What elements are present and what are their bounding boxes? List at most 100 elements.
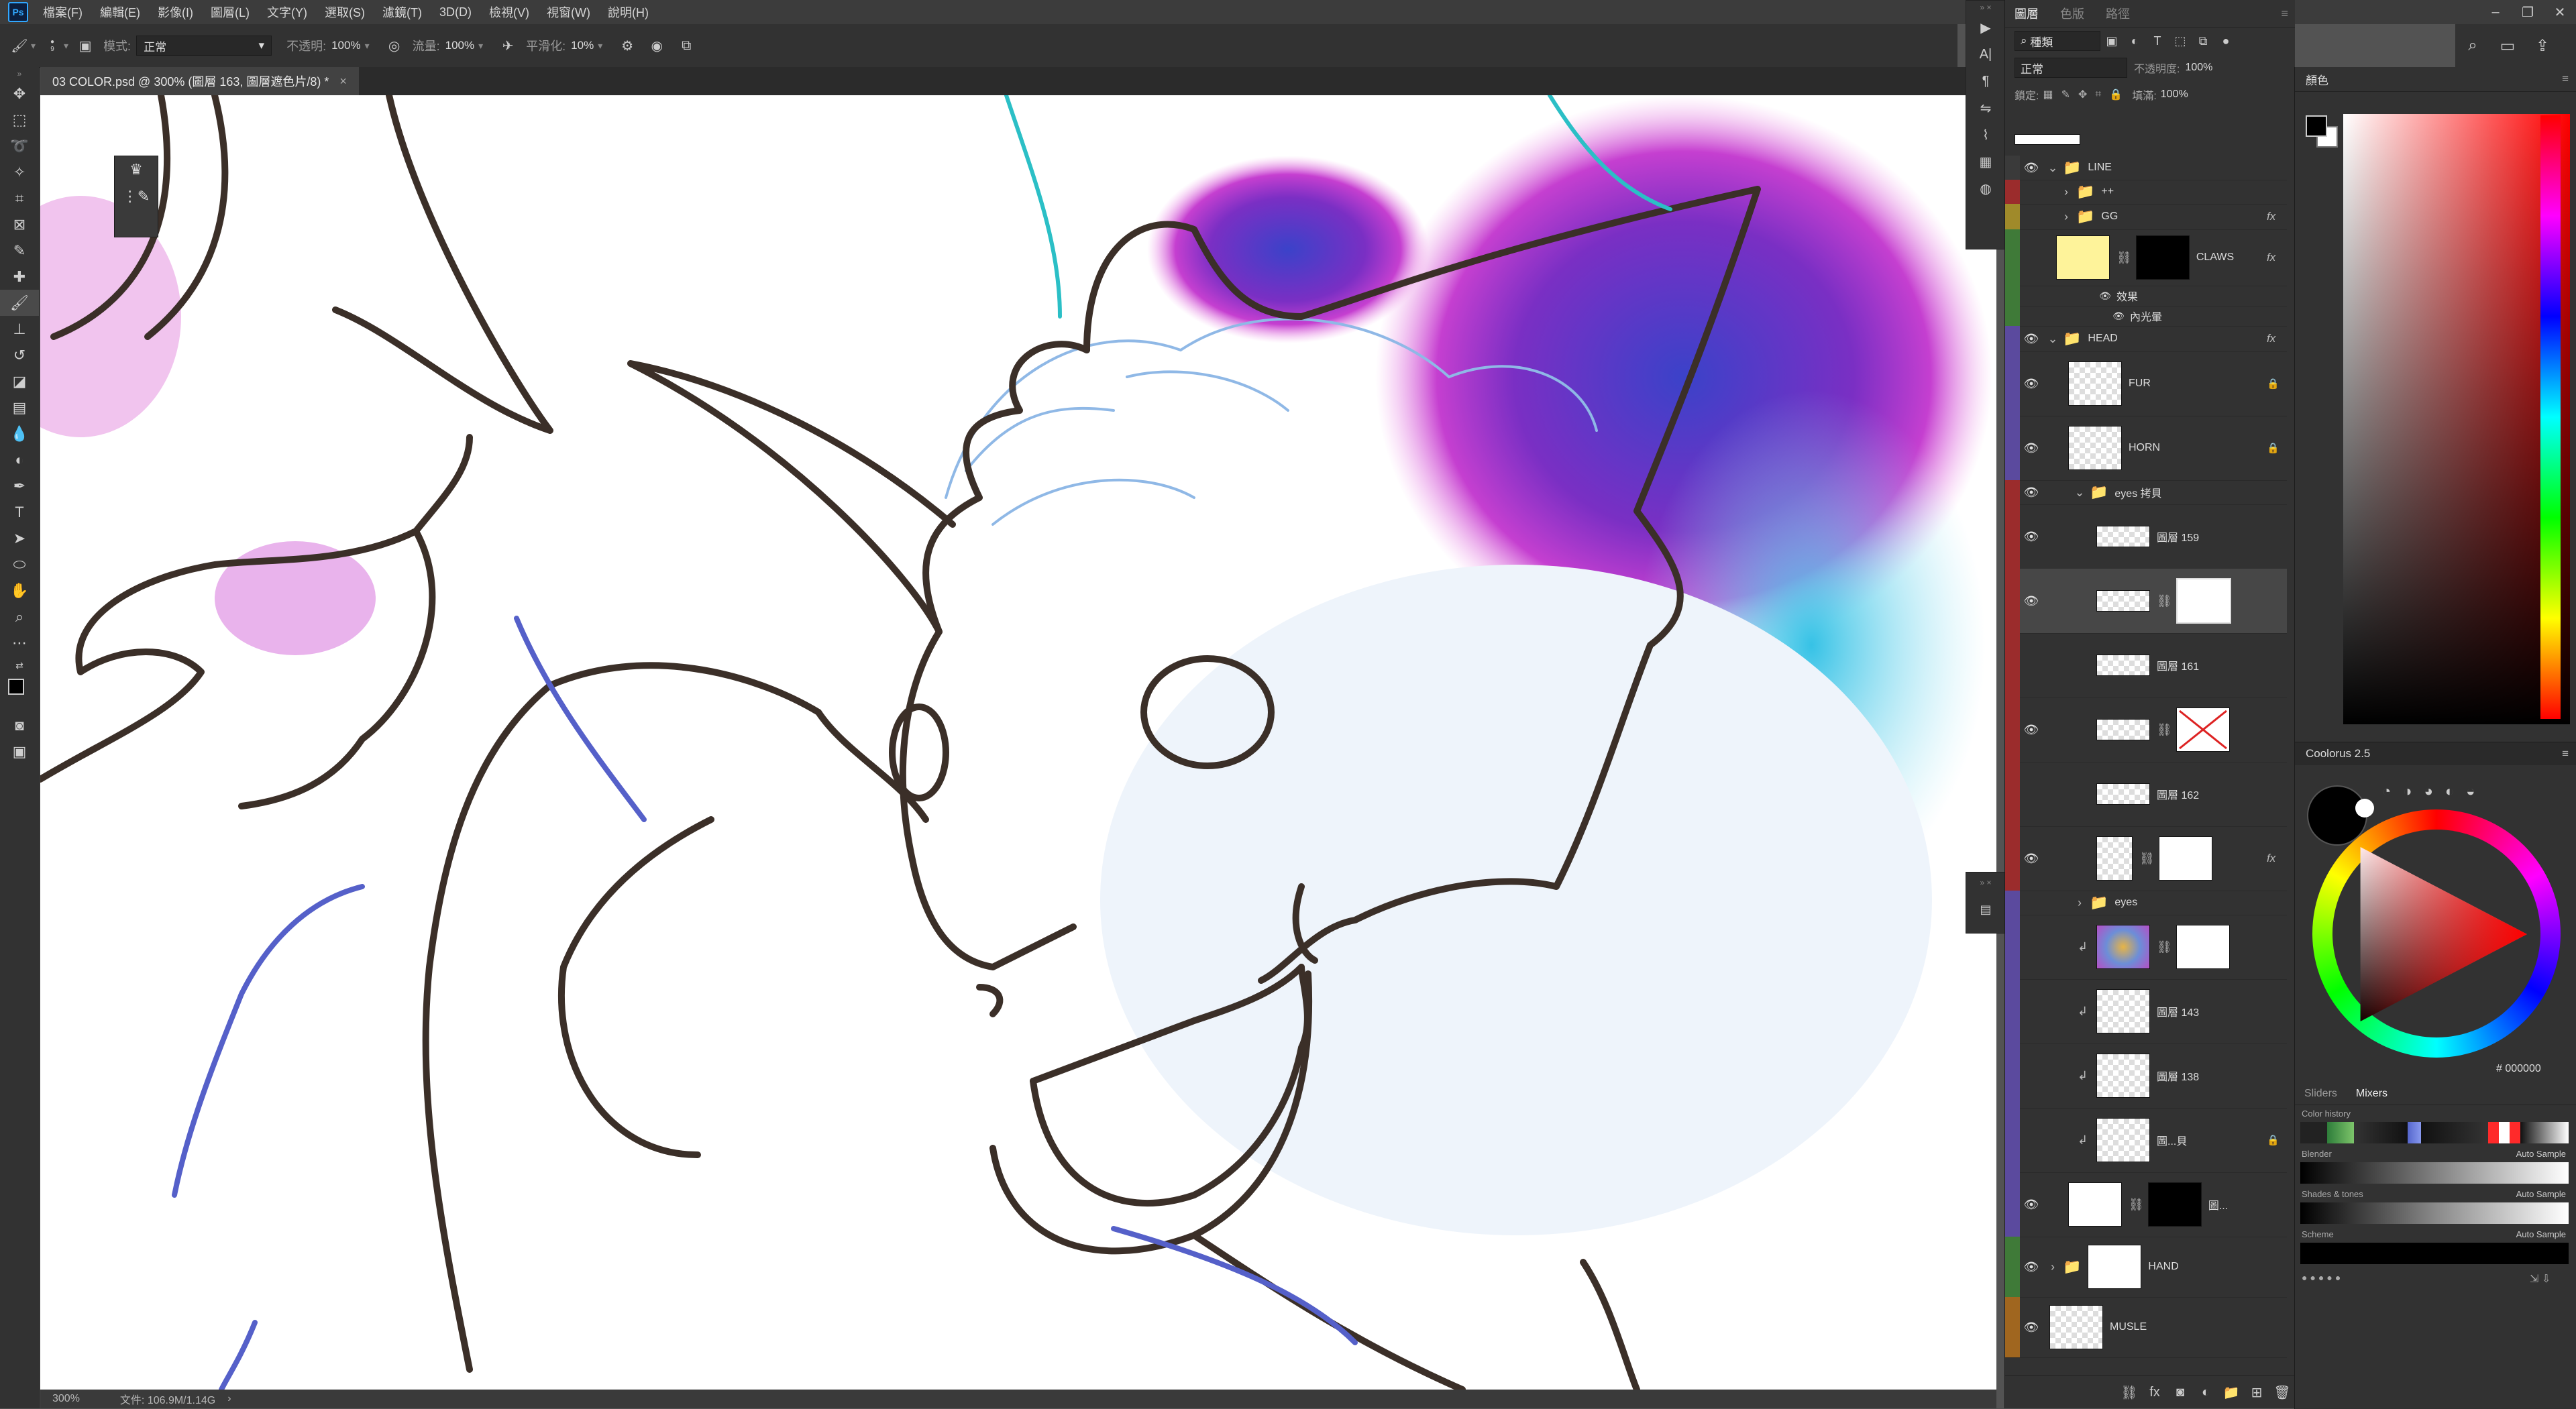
shades-tones-strip[interactable]	[2300, 1202, 2569, 1224]
effect-row[interactable]: 👁 效果	[2005, 286, 2287, 306]
link-icon[interactable]: ⛓	[2116, 251, 2132, 265]
layer-row[interactable]: ↲ ⛓	[2005, 915, 2287, 980]
type-filter-icon[interactable]: T	[2146, 34, 2169, 48]
layer-row[interactable]: 👁 ⛓ fx	[2005, 826, 2287, 891]
canvas[interactable]	[40, 95, 1996, 1390]
layer-row[interactable]: ↲ 圖層 138	[2005, 1044, 2287, 1109]
lasso-tool-icon[interactable]: ➰	[0, 133, 39, 159]
info-panel-icon[interactable]: ▤	[1966, 893, 2005, 926]
effect-row[interactable]: 👁 內光暈	[2005, 306, 2287, 327]
hue-slider[interactable]	[2540, 115, 2561, 719]
link-icon[interactable]: ⛓	[2129, 1198, 2144, 1212]
eye-icon[interactable]: 👁	[2020, 441, 2043, 455]
layer-row[interactable]: ↲ 圖...貝 🔒	[2005, 1108, 2287, 1173]
opacity-value[interactable]: 100%	[331, 39, 360, 52]
screen-mode-icon[interactable]: ▣	[0, 738, 39, 765]
layer-thumbnail[interactable]	[2096, 1054, 2150, 1098]
move-tool-icon[interactable]: ✥	[0, 80, 39, 107]
smart-object-filter-icon[interactable]: ⧉	[2192, 34, 2214, 48]
document-tab[interactable]: 03 COLOR.psd @ 300% (圖層 163, 圖層遮色片/8) * …	[40, 67, 359, 95]
chevron-down-icon[interactable]: ▾	[365, 40, 370, 52]
flow-value[interactable]: 100%	[445, 39, 474, 52]
color-history-strip[interactable]	[2300, 1122, 2569, 1143]
layer-row[interactable]: 👁 ⌄ 📁 eyes 拷貝	[2005, 480, 2287, 505]
close-tab-icon[interactable]: ×	[339, 74, 347, 89]
chevron-right-icon[interactable]: ›	[2056, 210, 2076, 224]
fx-icon[interactable]: fx	[2267, 210, 2287, 223]
auto-sample-label[interactable]: Auto Sample	[2516, 1149, 2566, 1159]
filter-toggle-icon[interactable]: ●	[2214, 34, 2237, 48]
menu-filter[interactable]: 濾鏡(T)	[382, 3, 422, 21]
grid-icon[interactable]: ▦	[1966, 148, 2005, 175]
eye-icon[interactable]: 👁	[2020, 1260, 2043, 1274]
eye-icon[interactable]: 👁	[2020, 1320, 2043, 1335]
eye-icon[interactable]: 👁	[2020, 723, 2043, 737]
layer-row[interactable]: 👁 ⛓ 圖...	[2005, 1172, 2287, 1237]
menu-image[interactable]: 影像(I)	[158, 3, 193, 21]
menu-edit[interactable]: 編輯(E)	[100, 3, 140, 21]
layer-row[interactable]: 👁 › 📁 HAND	[2005, 1237, 2287, 1298]
new-layer-icon[interactable]: ⊞	[2244, 1384, 2269, 1401]
chevron-down-icon[interactable]: ⌄	[2043, 332, 2063, 346]
saturation-brightness-field[interactable]	[2343, 114, 2570, 724]
pixel-filter-icon[interactable]: ▣	[2100, 34, 2123, 48]
minimize-icon[interactable]: –	[2479, 5, 2512, 20]
frame-tool-icon[interactable]: ⊠	[0, 211, 39, 237]
layer-thumbnail[interactable]	[2096, 655, 2150, 676]
lock-all-icon[interactable]: 🔒	[2109, 88, 2123, 101]
more-tools-icon[interactable]: ⋯	[0, 630, 39, 656]
layer-thumbnail[interactable]	[2096, 526, 2150, 547]
fx-menu-icon[interactable]: fx	[2142, 1385, 2167, 1400]
previous-color-swatch[interactable]	[2355, 799, 2374, 818]
chevron-down-icon[interactable]: ▾	[64, 40, 68, 52]
pen-tool-icon[interactable]: ✒	[0, 473, 39, 499]
gear-icon[interactable]: ⚙	[616, 34, 639, 57]
symmetry-icon[interactable]: ⧉	[675, 34, 698, 57]
lock-pixels-icon[interactable]: ✎	[2061, 88, 2070, 101]
layer-row[interactable]: › 📁 eyes	[2005, 891, 2287, 915]
layer-row[interactable]: 圖層 161	[2005, 633, 2287, 698]
menu-view[interactable]: 檢視(V)	[489, 3, 529, 21]
layer-row[interactable]: › 📁 GG fx	[2005, 204, 2287, 230]
path-select-icon[interactable]: ➤	[0, 525, 39, 551]
eye-icon[interactable]: 👁	[2020, 594, 2043, 608]
filter-kind-select[interactable]: ⌕ 種類	[2015, 31, 2100, 51]
chevron-down-icon[interactable]: ▾	[598, 40, 602, 52]
layer-thumbnail[interactable]	[2096, 989, 2150, 1033]
menu-layer[interactable]: 圖層(L)	[211, 3, 250, 21]
brush-tool-icon[interactable]: 🖌	[8, 34, 31, 57]
layer-row[interactable]: ⛓ CLAWS fx	[2005, 229, 2287, 286]
layer-row[interactable]: 👁 ⛓	[2005, 697, 2287, 763]
mode-select[interactable]: 正常 ▾	[136, 36, 272, 56]
layer-thumbnail[interactable]	[2088, 1245, 2142, 1289]
swap-colors-icon[interactable]: ⇄	[0, 656, 39, 675]
tab-sliders[interactable]: Sliders	[2304, 1088, 2337, 1100]
eye-icon[interactable]: 👁	[2094, 290, 2116, 302]
dodge-tool-icon[interactable]: ◐	[0, 447, 39, 473]
layer-row[interactable]: 圖層 162	[2005, 762, 2287, 827]
crop-tool-icon[interactable]: ⌗	[0, 185, 39, 211]
color-swatches[interactable]	[0, 675, 39, 712]
link-icon[interactable]: ⛓	[2157, 723, 2172, 737]
eye-icon[interactable]: 👁	[2020, 377, 2043, 391]
chevron-right-icon[interactable]: ›	[2056, 185, 2076, 199]
type-tool-icon[interactable]: T	[0, 499, 39, 525]
panel-menu-icon[interactable]: ≡	[2562, 747, 2569, 760]
panel-menu-icon[interactable]: ≡	[2281, 7, 2288, 21]
link-icon[interactable]: ⛓	[2139, 852, 2155, 866]
tab-layers[interactable]: 圖層	[2015, 5, 2039, 22]
chevron-down-icon[interactable]: ⌄	[2070, 486, 2090, 500]
chevron-down-icon[interactable]: ⌄	[2043, 161, 2063, 175]
search-icon[interactable]: ⌕	[2455, 36, 2490, 55]
quick-mask-icon[interactable]: ◙	[0, 712, 39, 738]
healing-brush-icon[interactable]: ✚	[0, 264, 39, 290]
layer-mask-thumbnail[interactable]	[2176, 925, 2230, 969]
eye-icon[interactable]: 👁	[2020, 332, 2043, 346]
pressure-size-icon[interactable]: ◉	[645, 34, 668, 57]
menu-3d[interactable]: 3D(D)	[439, 5, 472, 19]
pressure-opacity-icon[interactable]: ◎	[383, 34, 406, 57]
tab-mixers[interactable]: Mixers	[2356, 1088, 2387, 1100]
eye-icon[interactable]: 👁	[2020, 1198, 2043, 1212]
layer-thumbnail[interactable]	[2096, 836, 2133, 881]
chevron-down-icon[interactable]: ▾	[31, 40, 36, 52]
